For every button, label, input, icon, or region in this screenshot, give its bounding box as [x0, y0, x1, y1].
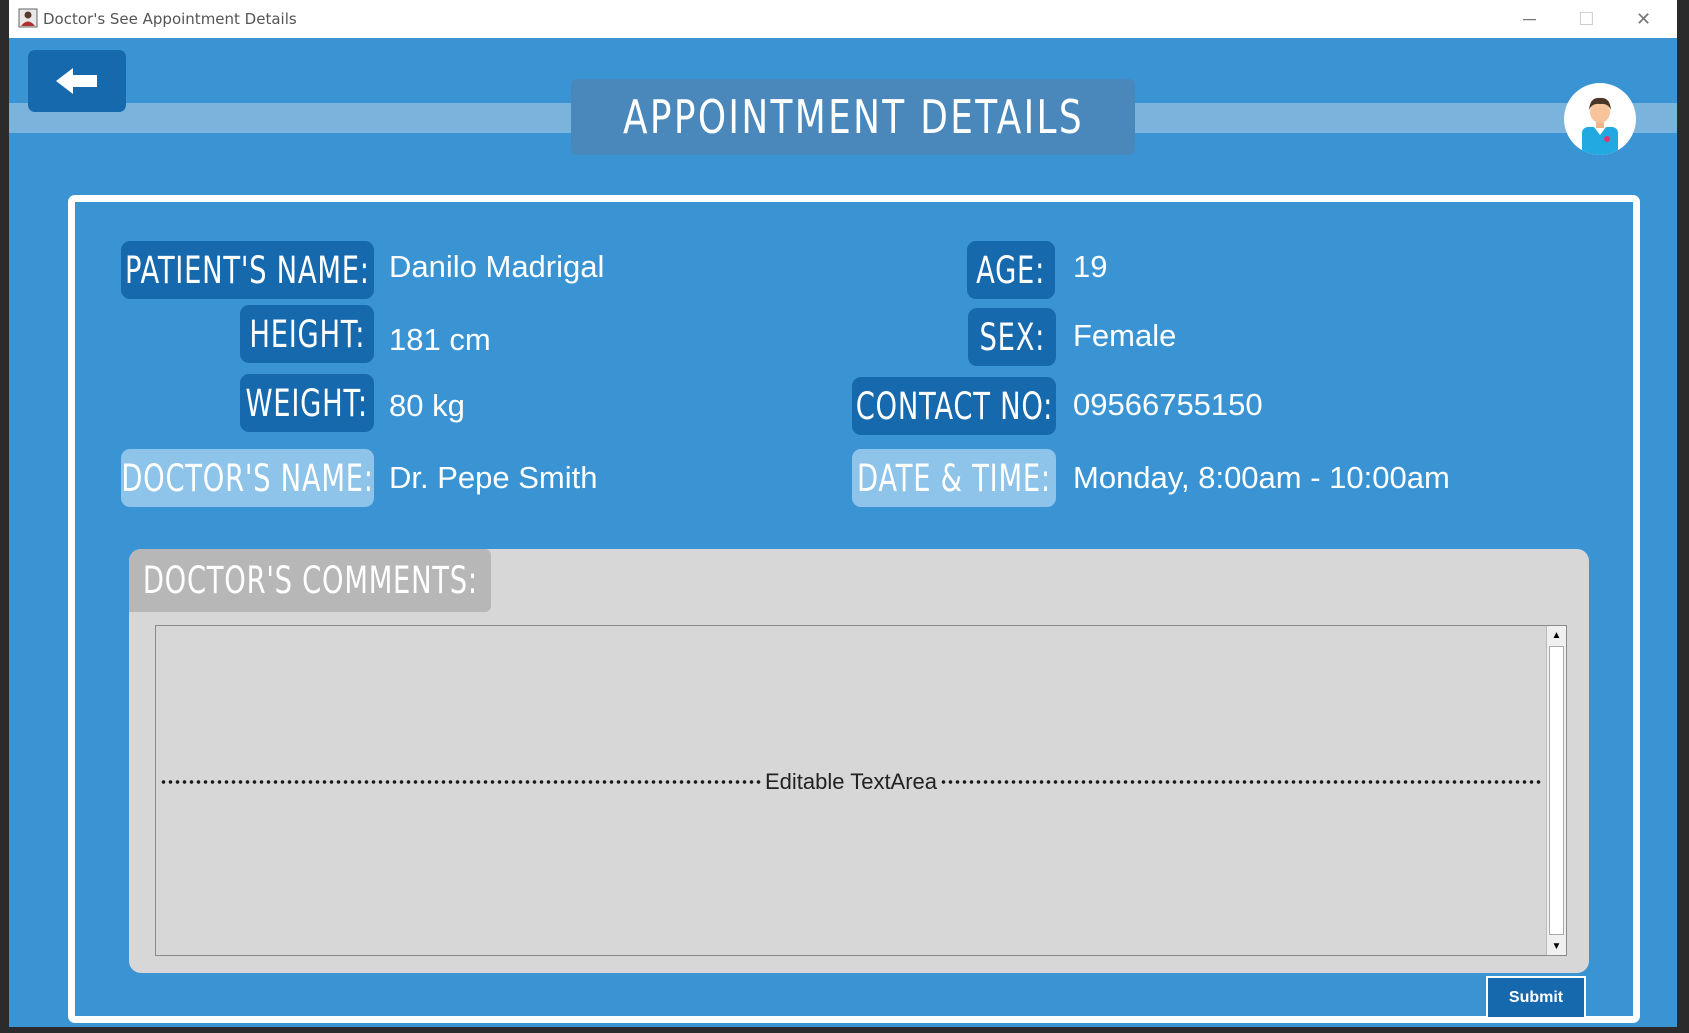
height-value: 181 cm — [389, 322, 491, 357]
patient-name-label: PATIENT'S NAME: — [121, 241, 374, 299]
maximize-button[interactable]: ☐ — [1558, 0, 1615, 38]
close-button[interactable]: ✕ — [1615, 0, 1672, 38]
textarea-placeholder-row: Editable TextArea — [160, 764, 1543, 800]
doctor-name-label: DOCTOR'S NAME: — [121, 449, 374, 507]
avatar-graphic — [1582, 97, 1618, 155]
comments-label: DOCTOR'S COMMENTS: — [129, 549, 491, 612]
contact-value: 09566755150 — [1073, 387, 1263, 422]
title-bar: Doctor's See Appointment Details ─ ☐ ✕ — [9, 0, 1677, 38]
scroll-thumb[interactable] — [1549, 646, 1564, 935]
submit-button[interactable]: Submit — [1486, 976, 1586, 1019]
textarea-scrollbar[interactable]: ▲ ▼ — [1546, 626, 1566, 955]
dotted-line-right — [940, 780, 1543, 784]
arrow-left-icon — [56, 68, 97, 94]
page-title-box: APPOINTMENT DETAILS — [571, 79, 1135, 155]
dotted-line-left — [160, 780, 762, 784]
datetime-value: Monday, 8:00am - 10:00am — [1073, 460, 1450, 495]
sex-value: Female — [1073, 318, 1177, 353]
contact-label: CONTACT NO: — [852, 377, 1056, 435]
scroll-up-arrow-icon[interactable]: ▲ — [1547, 626, 1566, 644]
window-title: Doctor's See Appointment Details — [43, 10, 297, 28]
comments-textarea[interactable]: Editable TextArea ▲ ▼ — [155, 625, 1567, 956]
minimize-button[interactable]: ─ — [1501, 0, 1558, 38]
back-button[interactable] — [28, 50, 126, 112]
comments-box: DOCTOR'S COMMENTS: Editable TextArea ▲ ▼ — [129, 549, 1589, 973]
sex-label: SEX: — [968, 308, 1056, 366]
doctor-avatar-icon[interactable] — [1564, 83, 1636, 155]
patient-name-value: Danilo Madrigal — [389, 249, 605, 284]
weight-value: 80 kg — [389, 388, 465, 423]
textarea-placeholder: Editable TextArea — [764, 769, 938, 794]
doctor-name-value: Dr. Pepe Smith — [389, 460, 598, 495]
age-value: 19 — [1073, 249, 1108, 284]
age-label: AGE: — [967, 241, 1055, 299]
datetime-label: DATE & TIME: — [852, 449, 1056, 507]
weight-label: WEIGHT: — [240, 374, 374, 432]
scroll-down-arrow-icon[interactable]: ▼ — [1547, 937, 1566, 955]
height-label: HEIGHT: — [240, 305, 374, 363]
page-title: APPOINTMENT DETAILS — [622, 90, 1084, 144]
app-window: Doctor's See Appointment Details ─ ☐ ✕ A… — [9, 0, 1677, 1027]
app-icon — [18, 8, 38, 28]
